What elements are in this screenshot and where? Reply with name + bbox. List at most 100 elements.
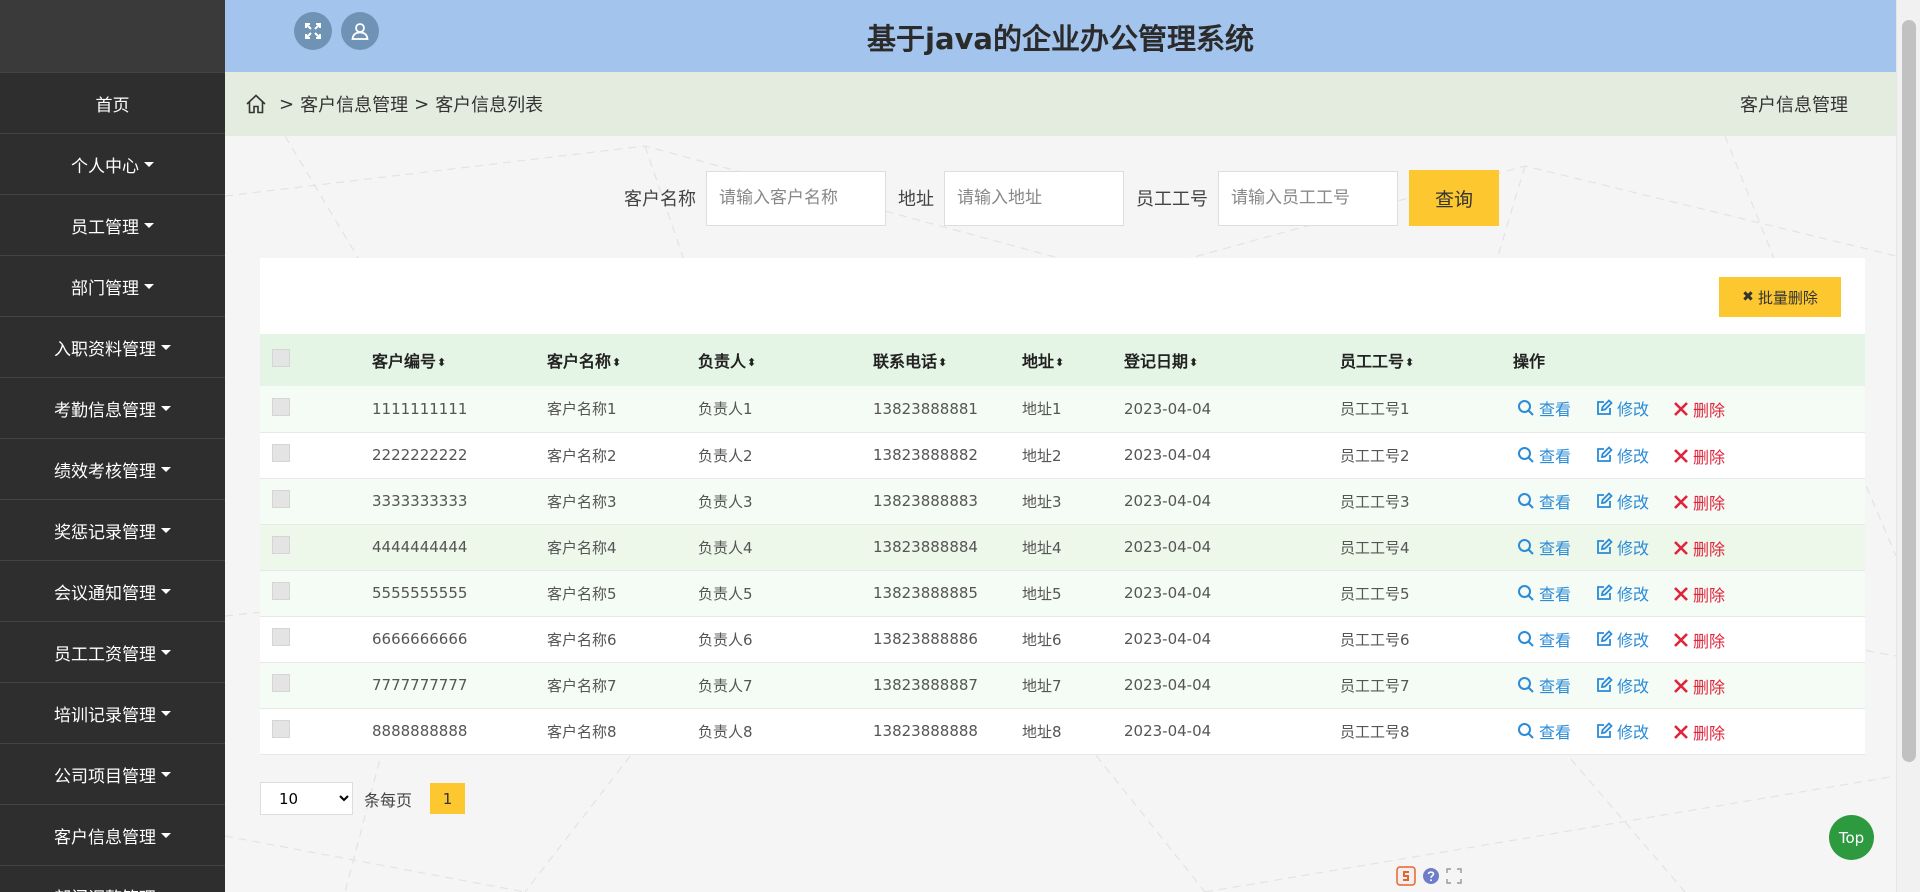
table-cell: 负责人1 — [698, 400, 753, 419]
view-button[interactable]: 查看 — [1517, 627, 1571, 651]
query-button[interactable]: 查询 — [1409, 170, 1499, 226]
home-icon[interactable] — [245, 93, 267, 115]
close-icon — [1673, 586, 1693, 602]
table-cell: 地址1 — [1022, 400, 1062, 419]
table-cell: 13823888887 — [873, 676, 978, 694]
view-button[interactable]: 查看 — [1517, 396, 1571, 420]
expand-icon[interactable] — [1446, 868, 1462, 884]
edit-button[interactable]: 修改 — [1595, 627, 1649, 651]
delete-button[interactable]: 删除 — [1673, 490, 1725, 514]
delete-button[interactable]: 删除 — [1673, 674, 1725, 698]
sidebar-item-label: 首页 — [95, 95, 130, 116]
row-checkbox[interactable] — [272, 536, 290, 554]
caret-down-icon — [161, 771, 171, 777]
close-icon — [1673, 448, 1693, 464]
table-cell: 客户名称8 — [547, 722, 617, 741]
row-checkbox[interactable] — [272, 720, 290, 738]
edit-icon — [1595, 491, 1617, 510]
view-button[interactable]: 查看 — [1517, 443, 1571, 467]
row-checkbox[interactable] — [272, 582, 290, 600]
delete-button[interactable]: 删除 — [1673, 397, 1725, 421]
employee-no-input[interactable] — [1218, 170, 1398, 226]
sidebar-item[interactable]: 客户信息管理 — [0, 804, 225, 865]
scrollbar-thumb[interactable] — [1902, 20, 1916, 762]
delete-button[interactable]: 删除 — [1673, 536, 1725, 560]
view-label: 查看 — [1539, 722, 1572, 742]
sidebar-item[interactable]: 培训记录管理 — [0, 682, 225, 743]
row-checkbox[interactable] — [272, 490, 290, 508]
edit-button[interactable]: 修改 — [1595, 719, 1649, 743]
edit-button[interactable]: 修改 — [1595, 673, 1649, 697]
sidebar-item[interactable]: 入职资料管理 — [0, 316, 225, 377]
view-button[interactable]: 查看 — [1517, 581, 1571, 605]
view-button[interactable]: 查看 — [1517, 719, 1571, 743]
delete-label: 删除 — [1693, 723, 1726, 743]
sidebar-item[interactable]: 绩效考核管理 — [0, 438, 225, 499]
customer-name-input[interactable] — [706, 170, 886, 226]
address-input[interactable] — [944, 170, 1124, 226]
batch-delete-button[interactable]: ✖ 批量删除 — [1719, 277, 1841, 317]
column-header[interactable]: 联系电话⬍ — [841, 334, 1004, 386]
sort-icon: ⬍ — [747, 356, 757, 369]
table-cell: 员工工号5 — [1340, 584, 1410, 603]
column-header[interactable]: 员工工号⬍ — [1290, 334, 1465, 386]
vertical-scrollbar[interactable] — [1896, 0, 1920, 892]
page-size-select[interactable]: 10 — [260, 782, 353, 815]
edit-button[interactable]: 修改 — [1595, 396, 1649, 420]
breadcrumb-level1[interactable]: 客户信息管理 — [300, 91, 408, 117]
column-header[interactable]: 登记日期⬍ — [1124, 334, 1290, 386]
table-row: 2222222222 客户名称2 负责人2 13823888882 地址2 2023-04… — [260, 432, 1865, 478]
row-checkbox[interactable] — [272, 628, 290, 646]
column-header[interactable]: 地址⬍ — [1004, 334, 1124, 386]
sidebar-item[interactable]: 首页 — [0, 72, 225, 133]
input-method-icon[interactable] — [1396, 866, 1416, 886]
sidebar-item[interactable]: 公司项目管理 — [0, 743, 225, 804]
column-header[interactable]: 客户编号⬍ — [372, 334, 539, 386]
help-icon[interactable] — [1422, 867, 1440, 885]
table-cell: 3333333333 — [372, 492, 468, 510]
sidebar-item-label: 公司项目管理 — [54, 766, 156, 787]
edit-button[interactable]: 修改 — [1595, 535, 1649, 559]
row-checkbox[interactable] — [272, 444, 290, 462]
delete-button[interactable]: 删除 — [1673, 720, 1725, 744]
view-label: 查看 — [1539, 584, 1572, 604]
edit-icon — [1595, 583, 1617, 602]
sidebar-item[interactable]: 考勤信息管理 — [0, 377, 225, 438]
edit-button[interactable]: 修改 — [1595, 489, 1649, 513]
pagination: 10 条每页 1 — [260, 782, 466, 815]
edit-label: 修改 — [1617, 676, 1650, 696]
table-cell: 员工工号2 — [1340, 446, 1410, 465]
delete-button[interactable]: 删除 — [1673, 582, 1725, 606]
row-checkbox[interactable] — [272, 674, 290, 692]
view-label: 查看 — [1539, 676, 1572, 696]
table-cell: 地址5 — [1022, 584, 1062, 603]
edit-label: 修改 — [1617, 492, 1650, 512]
per-page-label: 条每页 — [364, 790, 413, 810]
main-content: 客户名称 地址 员工工号 查询 ✖ 批量删除 客户编号⬍ 客户名称⬍ 负责人⬍ — [225, 136, 1896, 892]
sidebar-item[interactable]: 部门调整管理 — [0, 865, 225, 892]
sidebar-item[interactable]: 个人中心 — [0, 133, 225, 194]
table-cell: 员工工号4 — [1340, 538, 1410, 557]
page-number-button[interactable]: 1 — [430, 783, 466, 814]
sidebar-item[interactable]: 员工管理 — [0, 194, 225, 255]
close-icon — [1673, 494, 1693, 510]
column-header[interactable]: 客户名称⬍ — [539, 334, 690, 386]
caret-down-icon — [144, 161, 154, 167]
view-button[interactable]: 查看 — [1517, 673, 1571, 697]
select-all-checkbox[interactable] — [272, 349, 290, 367]
table-row: 7777777777 客户名称7 负责人7 13823888887 地址7 2023-04… — [260, 662, 1865, 708]
edit-button[interactable]: 修改 — [1595, 581, 1649, 605]
delete-button[interactable]: 删除 — [1673, 444, 1725, 468]
view-button[interactable]: 查看 — [1517, 535, 1571, 559]
sidebar-item[interactable]: 部门管理 — [0, 255, 225, 316]
sidebar-item[interactable]: 会议通知管理 — [0, 560, 225, 621]
edit-button[interactable]: 修改 — [1595, 443, 1649, 467]
delete-button[interactable]: 删除 — [1673, 628, 1725, 652]
view-button[interactable]: 查看 — [1517, 489, 1571, 513]
back-to-top-button[interactable]: Top — [1829, 815, 1874, 860]
sidebar-item[interactable]: 员工工资管理 — [0, 621, 225, 682]
sidebar-item[interactable]: 奖惩记录管理 — [0, 499, 225, 560]
row-checkbox[interactable] — [272, 397, 290, 416]
table-row: 6666666666 客户名称6 负责人6 13823888886 地址6 2023-04… — [260, 616, 1865, 662]
column-header[interactable]: 负责人⬍ — [690, 334, 841, 386]
